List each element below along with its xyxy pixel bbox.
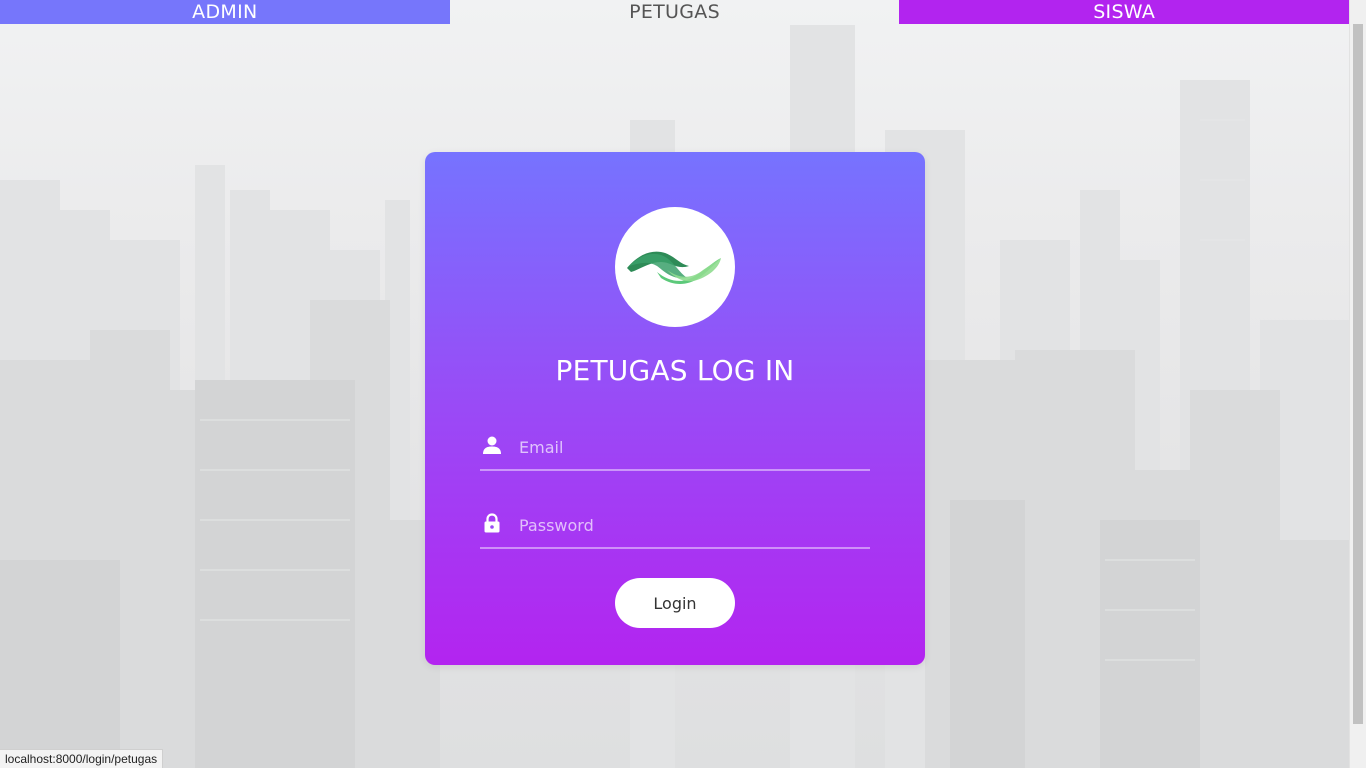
password-input[interactable] <box>517 509 861 541</box>
lock-icon <box>484 513 500 533</box>
password-field-group <box>480 503 870 549</box>
status-bar-url: localhost:8000/login/petugas <box>0 749 164 768</box>
user-icon <box>483 436 501 454</box>
tab-siswa[interactable]: SISWA <box>899 0 1350 24</box>
email-input[interactable] <box>517 431 861 463</box>
tab-admin[interactable]: ADMIN <box>0 0 450 24</box>
page-scrollbar[interactable] <box>1349 0 1366 768</box>
email-field-group <box>480 425 870 471</box>
scrollbar-thumb[interactable] <box>1353 24 1363 724</box>
login-title: PETUGAS LOG IN <box>555 354 795 387</box>
logo-avatar <box>615 207 735 327</box>
login-button[interactable]: Login <box>615 578 735 628</box>
login-card: PETUGAS LOG IN Login <box>425 152 925 665</box>
wave-logo-icon <box>627 251 721 284</box>
tab-petugas[interactable]: PETUGAS <box>450 0 900 24</box>
role-tabs: ADMIN PETUGAS SISWA <box>0 0 1350 24</box>
